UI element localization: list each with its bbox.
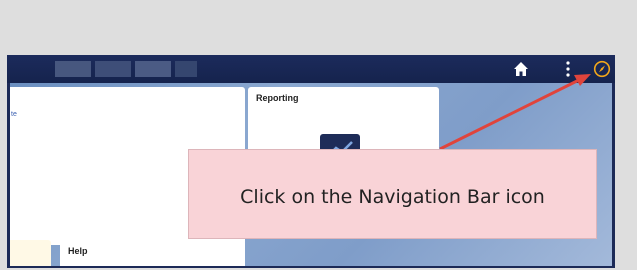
blurred-area (95, 61, 131, 77)
instruction-callout: Click on the Navigation Bar icon (188, 149, 597, 239)
navigation-compass-icon[interactable] (593, 60, 611, 78)
tile-title-help: Help (68, 246, 88, 256)
tile-help[interactable]: Help (60, 240, 245, 266)
blurred-area (135, 61, 171, 77)
tile-small[interactable] (10, 240, 51, 266)
blurred-area (55, 61, 91, 77)
home-icon[interactable] (513, 61, 529, 77)
navbar (7, 55, 615, 83)
tile-title-reporting: Reporting (256, 93, 299, 103)
blurred-area (175, 61, 197, 77)
callout-text: Click on the Navigation Bar icon (240, 186, 545, 208)
tile-link[interactable]: te (11, 111, 17, 118)
more-vertical-icon[interactable] (565, 59, 571, 79)
